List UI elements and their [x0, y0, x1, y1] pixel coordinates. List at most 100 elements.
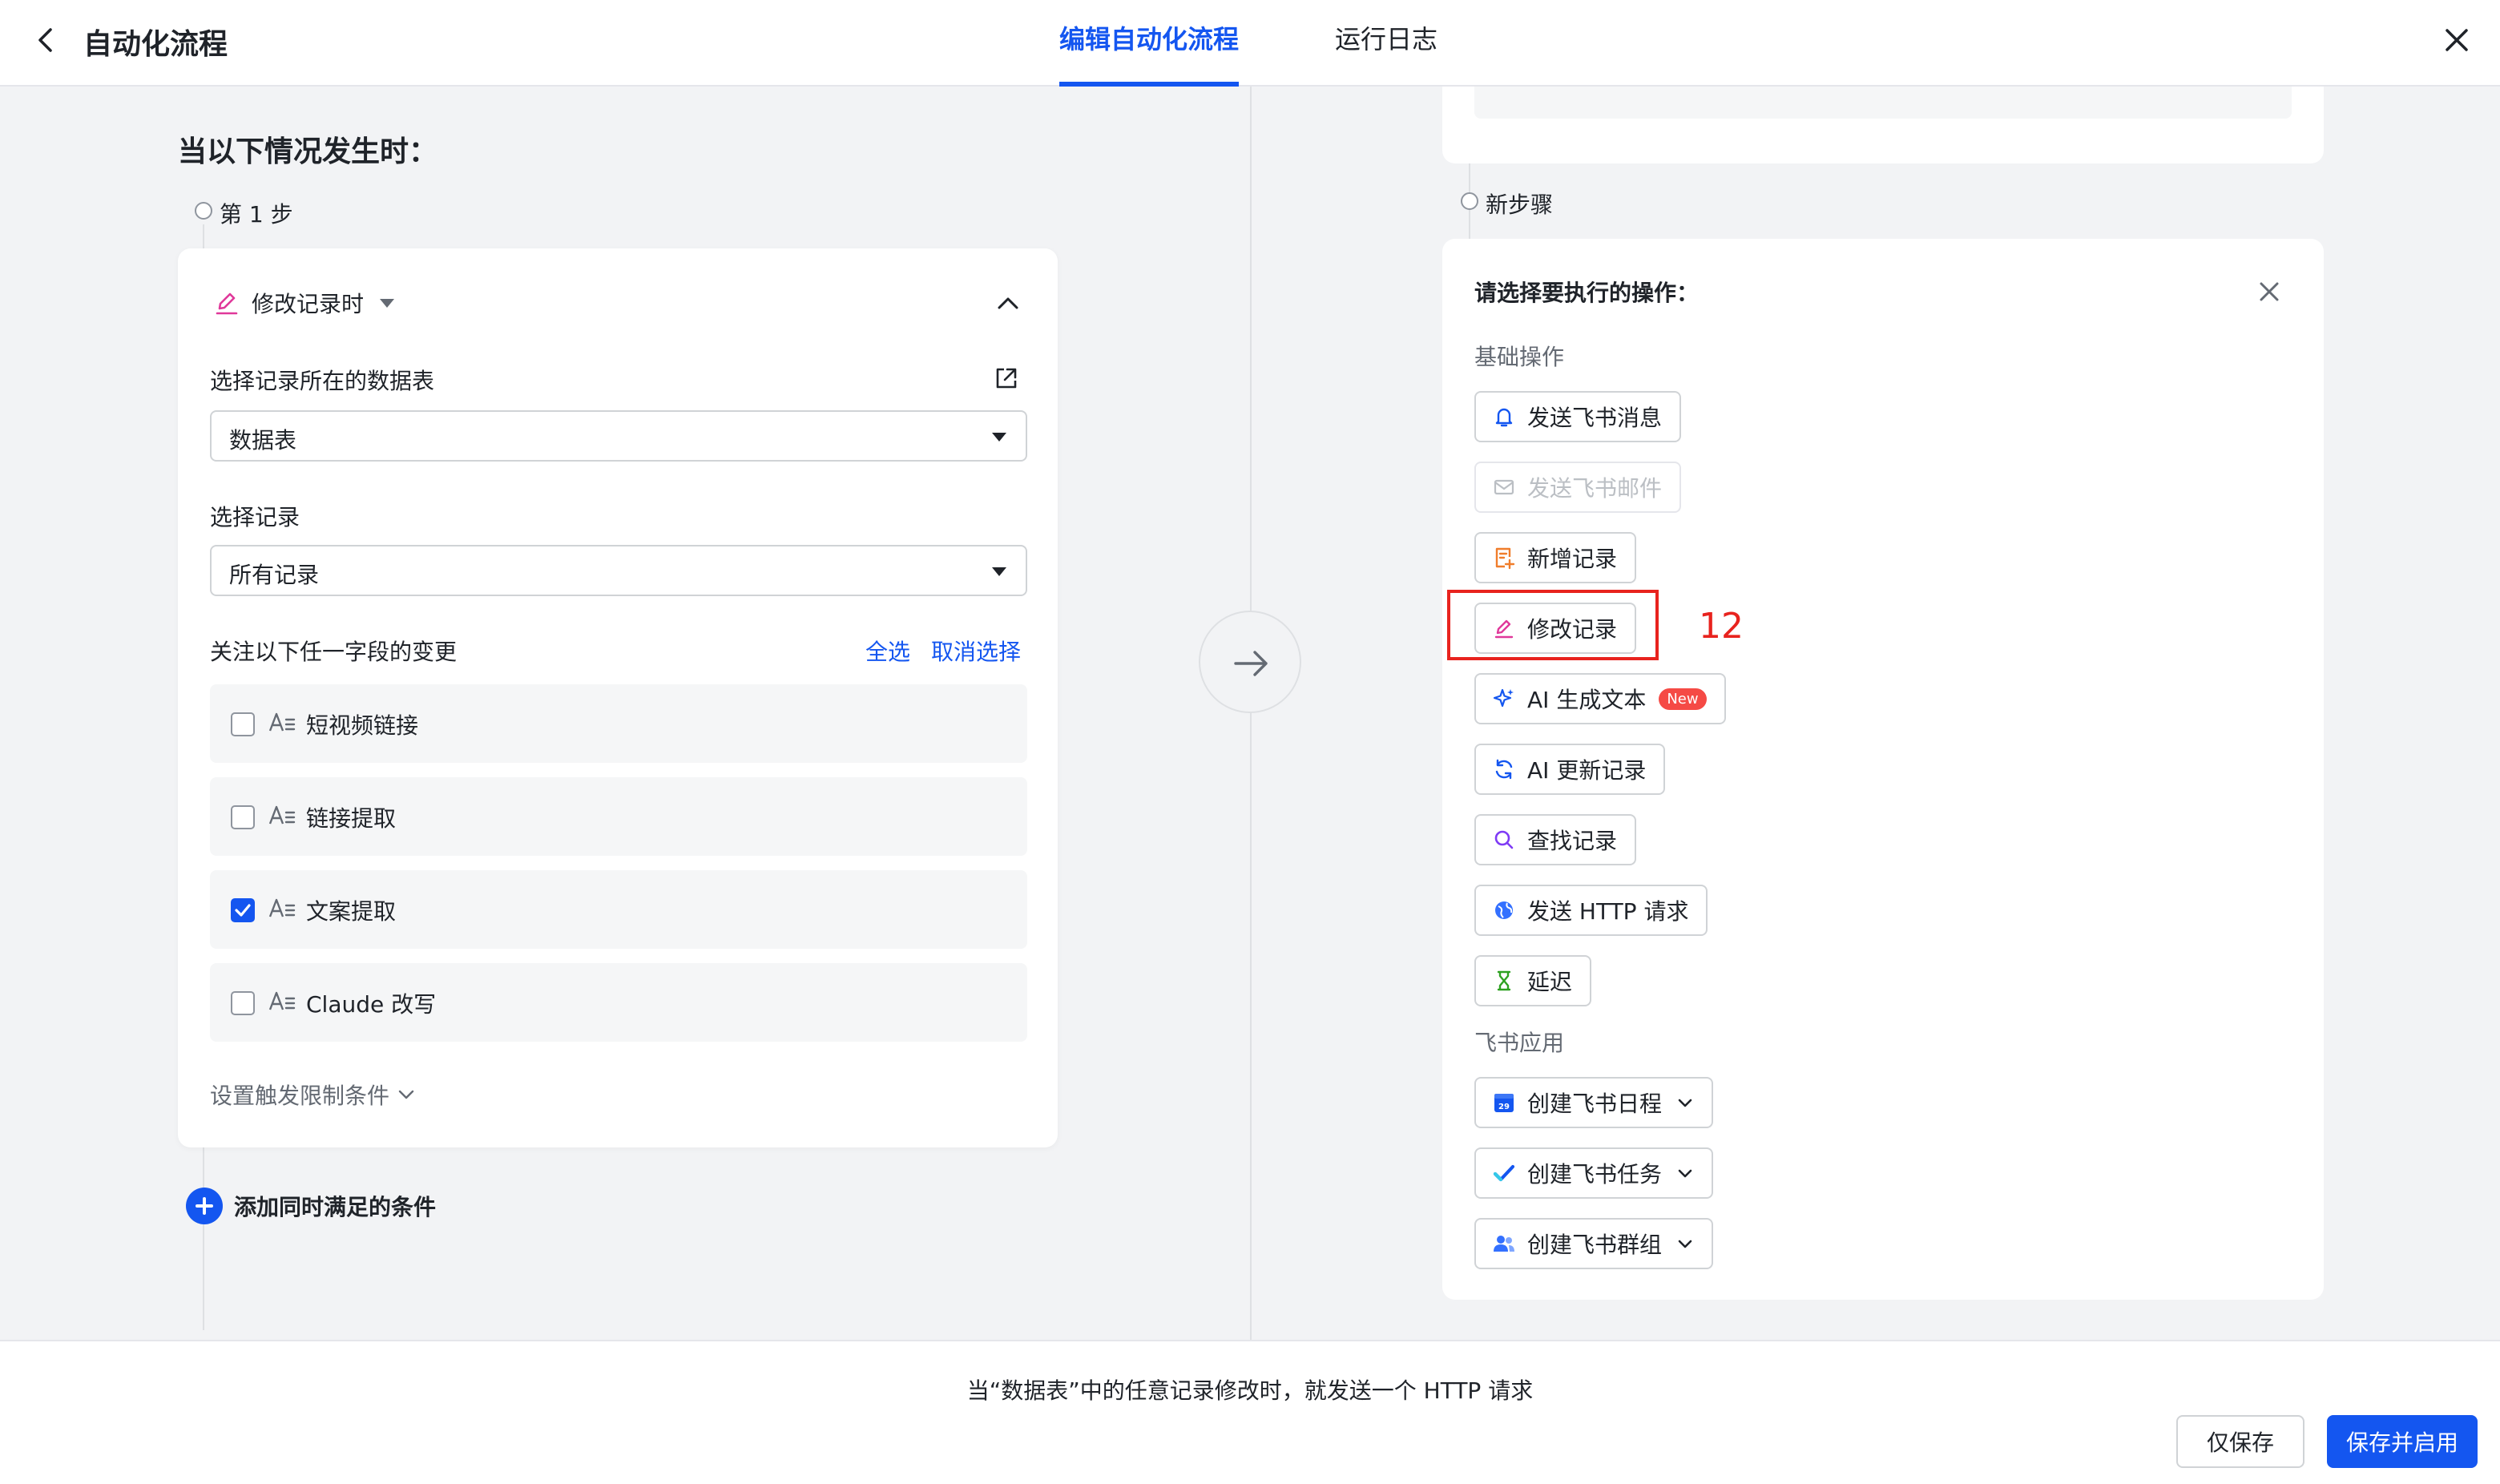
sparkle-icon — [1493, 688, 1514, 708]
text-field-icon — [268, 898, 296, 917]
chevron-down-icon — [1678, 1240, 1692, 1248]
annotation-highlight-box — [1447, 590, 1659, 660]
field-row[interactable]: 文案提取 — [210, 870, 1027, 949]
mail-icon — [1494, 479, 1514, 495]
header: 自动化流程 编辑自动化流程 运行日志 — [0, 0, 2500, 87]
table-select-value: 数据表 — [229, 427, 297, 454]
field-name: Claude 改写 — [306, 991, 437, 1018]
action-picker-card: 请选择要执行的操作： 基础操作 发送飞书消息 发送飞书邮件 新增记录 修改记录 … — [1442, 239, 2324, 1300]
op-label: 创建飞书日程 — [1527, 1091, 1663, 1117]
tab-edit-automation[interactable]: 编辑自动化流程 — [1059, 19, 1239, 56]
chevron-down-icon — [1678, 1169, 1692, 1178]
select-all-link[interactable]: 全选 — [865, 635, 910, 667]
tab-run-log[interactable]: 运行日志 — [1335, 19, 1438, 56]
flow-arrow — [1199, 611, 1301, 713]
caret-down-icon — [380, 298, 395, 308]
caret-down-icon — [992, 567, 1006, 576]
create-calendar-event-button[interactable]: 29 创建飞书日程 — [1474, 1077, 1714, 1128]
trigger-limit-label: 设置触发限制条件 — [210, 1083, 390, 1109]
add-record-icon — [1495, 547, 1515, 570]
field-row[interactable]: Claude 改写 — [210, 963, 1027, 1042]
save-and-enable-button[interactable]: 保存并启用 — [2327, 1415, 2478, 1468]
field-name: 短视频链接 — [306, 712, 419, 739]
text-field-icon — [268, 712, 296, 732]
ai-generate-text-button[interactable]: AI 生成文本 New — [1474, 673, 1726, 724]
create-group-button[interactable]: 创建飞书群组 — [1474, 1218, 1714, 1269]
op-label: 发送 HTTP 请求 — [1527, 898, 1689, 925]
op-label: 创建飞书群组 — [1527, 1232, 1663, 1258]
new-step-label: 新步骤 — [1486, 192, 1554, 218]
pencil-icon — [216, 292, 238, 315]
plus-circle-icon — [186, 1188, 223, 1224]
send-http-request-button[interactable]: 发送 HTTP 请求 — [1474, 885, 1708, 936]
column-divider — [1250, 87, 1252, 1340]
lark-apps-section-label: 飞书应用 — [1474, 1030, 1565, 1056]
op-label: 延迟 — [1527, 969, 1573, 995]
back-arrow-icon[interactable] — [29, 22, 64, 58]
close-icon[interactable] — [2255, 277, 2284, 306]
calendar-icon: 29 — [1494, 1094, 1514, 1112]
op-label: 新增记录 — [1527, 546, 1618, 572]
footer-bar: 当“数据表”中的任意记录修改时，就发送一个 HTTP 请求 仅保存 保存并启用 — [0, 1340, 2500, 1484]
find-record-button[interactable]: 查找记录 — [1474, 814, 1637, 865]
refresh-icon — [1495, 759, 1513, 780]
trigger-type-label: 修改记录时 — [252, 291, 365, 317]
save-only-button[interactable]: 仅保存 — [2176, 1415, 2304, 1468]
send-mail-button: 发送飞书邮件 — [1474, 462, 1682, 513]
field-row[interactable]: 链接提取 — [210, 777, 1027, 856]
hourglass-icon — [1497, 970, 1511, 991]
previous-step-card — [1442, 87, 2324, 163]
checkmark-icon — [235, 904, 251, 917]
field-row[interactable]: 短视频链接 — [210, 684, 1027, 763]
annotation-number: 12 — [1699, 606, 1744, 647]
field-checkbox[interactable] — [231, 991, 255, 1015]
field-checkbox[interactable] — [231, 712, 255, 736]
table-field-label: 选择记录所在的数据表 — [210, 368, 435, 394]
trigger-type-dropdown[interactable]: 修改记录时 — [213, 287, 395, 319]
svg-text:29: 29 — [1498, 1103, 1510, 1111]
active-tab-indicator — [1059, 82, 1239, 87]
close-icon[interactable] — [2439, 22, 2474, 58]
create-task-button[interactable]: 创建飞书任务 — [1474, 1147, 1714, 1199]
step-label: 第 1 步 — [220, 201, 293, 228]
add-condition-button[interactable]: 添加同时满足的条件 — [186, 1188, 436, 1224]
deselect-link[interactable]: 取消选择 — [931, 635, 1021, 667]
flow-summary: 当“数据表”中的任意记录修改时，就发送一个 HTTP 请求 — [966, 1377, 1534, 1404]
op-label: 发送飞书消息 — [1527, 405, 1663, 431]
group-icon — [1494, 1236, 1514, 1252]
step-dot — [1461, 192, 1478, 210]
table-select[interactable]: 数据表 — [210, 410, 1027, 462]
task-check-icon — [1493, 1164, 1515, 1182]
chevron-down-icon — [398, 1090, 414, 1099]
trigger-heading: 当以下情况发生时： — [178, 135, 438, 168]
page-title: 自动化流程 — [83, 28, 228, 61]
op-label: AI 更新记录 — [1527, 757, 1647, 784]
record-select[interactable]: 所有记录 — [210, 545, 1027, 596]
step-dot — [195, 202, 212, 220]
open-external-icon[interactable] — [992, 364, 1021, 393]
ai-update-record-button[interactable]: AI 更新记录 — [1474, 744, 1666, 795]
trigger-limit-toggle[interactable]: 设置触发限制条件 — [210, 1079, 417, 1111]
add-condition-label: 添加同时满足的条件 — [234, 1194, 437, 1220]
watch-fields-label: 关注以下任一字段的变更 — [210, 639, 458, 665]
field-checkbox-checked[interactable] — [231, 898, 255, 922]
field-checkbox[interactable] — [231, 805, 255, 829]
globe-icon — [1495, 901, 1513, 919]
op-label: 查找记录 — [1527, 828, 1618, 854]
new-badge: New — [1659, 688, 1707, 710]
field-name: 链接提取 — [306, 805, 397, 832]
caret-down-icon — [992, 433, 1006, 442]
basic-ops-section-label: 基础操作 — [1474, 344, 1565, 370]
send-message-button[interactable]: 发送飞书消息 — [1474, 391, 1682, 442]
record-select-value: 所有记录 — [229, 562, 320, 588]
bell-icon — [1495, 408, 1513, 427]
delay-button[interactable]: 延迟 — [1474, 955, 1592, 1006]
add-record-button[interactable]: 新增记录 — [1474, 532, 1637, 583]
search-icon — [1494, 830, 1514, 849]
op-label: 创建飞书任务 — [1527, 1161, 1663, 1188]
chevron-down-icon — [1678, 1099, 1692, 1107]
action-picker-title: 请选择要执行的操作： — [1474, 280, 1700, 306]
chevron-up-icon[interactable] — [994, 288, 1022, 317]
op-label: AI 生成文本 — [1527, 687, 1647, 713]
text-field-icon — [268, 805, 296, 825]
